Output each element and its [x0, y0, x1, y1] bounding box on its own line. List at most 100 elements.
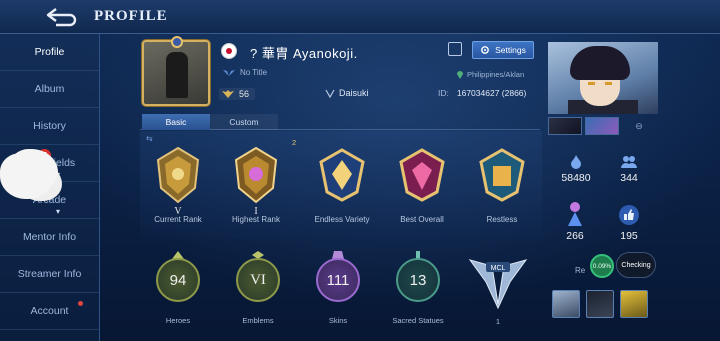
tab-custom[interactable]: Custom — [210, 114, 278, 130]
rank-tier: I — [254, 206, 258, 217]
player-location: Philippines/Aklan — [456, 69, 524, 79]
hero-character-icon — [550, 200, 600, 228]
sidebar-item-label: Streamer Info — [17, 268, 82, 280]
rank-tier: V — [174, 206, 182, 217]
id-label: ID: — [438, 88, 449, 98]
title-wings-icon — [223, 70, 235, 76]
sidebar-item-mentor-info[interactable]: Mentor Info — [0, 219, 99, 256]
medal-label: Best Overall — [400, 215, 444, 224]
rank-emblem-icon — [156, 146, 200, 204]
stat-value: 111 — [316, 258, 360, 302]
stat-label: Skins — [328, 316, 348, 325]
followers-icon — [604, 154, 654, 170]
stat-skins[interactable]: 111 Skins — [306, 251, 370, 328]
page-title: PROFILE — [94, 8, 168, 24]
squad-label: Daisuki — [339, 88, 369, 98]
portrait-thumb[interactable] — [548, 117, 582, 135]
sidebar-item-account[interactable]: Account — [0, 293, 99, 330]
edit-icon[interactable]: ⊖ — [622, 117, 656, 135]
medal-current-rank[interactable]: V Current Rank — [138, 146, 218, 236]
player-title[interactable]: No Title — [222, 68, 267, 77]
fire-icon — [551, 154, 601, 170]
location-pin-icon — [457, 71, 463, 79]
player-avatar[interactable] — [142, 36, 210, 106]
sidebar-item-label: Account — [30, 305, 69, 317]
stat-mvp[interactable]: 266 — [550, 200, 600, 242]
medal-highest-rank[interactable]: I Highest Rank — [216, 146, 296, 236]
sidebar-item-label: Album — [34, 83, 65, 95]
notification-dot — [78, 301, 83, 306]
badge-slot[interactable] — [586, 290, 614, 318]
stat-label: Emblems — [242, 316, 274, 325]
stat-label: Sacred Statues — [392, 316, 444, 325]
title-label: No Title — [240, 68, 268, 77]
stat-value: VI — [236, 258, 280, 302]
card-icon-button[interactable] — [448, 42, 462, 56]
stat-likes[interactable]: 195 — [604, 204, 654, 242]
stat-label: 1 — [495, 317, 501, 326]
rank-emblem-icon — [234, 146, 278, 204]
back-button[interactable] — [38, 2, 84, 32]
profile-portrait[interactable] — [548, 42, 658, 114]
gear-icon — [481, 46, 490, 54]
battle-points: 56 — [219, 88, 256, 100]
stat-value: 94 — [156, 258, 200, 302]
sidebar-item-label: Mentor Info — [22, 231, 77, 243]
location-label: Philippines/Aklan — [467, 69, 525, 79]
achievement-medal-icon — [319, 148, 365, 202]
sidebar-item-label: Profile — [34, 46, 65, 58]
stat-mcl[interactable]: MCL 1 — [466, 252, 530, 328]
svg-text:MCL: MCL — [491, 265, 506, 272]
achievement-medal-icon — [479, 148, 525, 202]
portrait-hair — [570, 46, 630, 80]
badge-slot[interactable] — [620, 290, 648, 318]
likes-value: 195 — [620, 230, 638, 242]
back-arrow-icon — [46, 7, 77, 26]
portrait-thumbnails: ⊖ — [548, 117, 658, 135]
mvp-value: 266 — [566, 230, 584, 242]
profile-tabs: Basic Custom — [140, 114, 540, 130]
stat-emblems[interactable]: VI Emblems — [226, 251, 290, 328]
sidebar-item-album[interactable]: Album — [0, 71, 99, 108]
medal-restless[interactable]: Restless — [462, 146, 542, 236]
record-label: Re — [575, 266, 586, 275]
stat-popularity[interactable]: 58480 — [551, 154, 601, 184]
portrait-eye — [605, 82, 612, 85]
bp-value: 56 — [239, 89, 250, 99]
achievement-medal-icon — [399, 148, 445, 202]
mcl-trophy-icon: MCL — [468, 259, 528, 310]
sidebar-item-profile[interactable]: Profile — [0, 34, 99, 71]
medal-endless-variety[interactable]: Endless Variety — [302, 146, 382, 236]
badge-row — [552, 290, 648, 318]
squad-name[interactable]: Daisuki — [325, 88, 369, 98]
stat-label: Heroes — [165, 316, 191, 325]
medal-label: Restless — [486, 215, 518, 224]
checking-status: Checking — [616, 252, 656, 278]
chevron-down-icon: ▾ — [56, 207, 61, 216]
tab-basic[interactable]: Basic — [142, 114, 210, 130]
sidebar-item-history[interactable]: History — [0, 108, 99, 145]
stat-heroes[interactable]: 94 Heroes — [146, 251, 210, 328]
header-bar: PROFILE — [0, 0, 720, 34]
sidebar-item-label: History — [33, 120, 66, 132]
thumbs-up-icon — [604, 204, 654, 228]
medal-label: Endless Variety — [314, 215, 370, 224]
bp-coin-icon — [222, 90, 234, 98]
settings-button[interactable]: Settings — [472, 41, 534, 59]
stat-value: 13 — [396, 258, 440, 302]
squad-icon — [325, 89, 335, 98]
stat-followers[interactable]: 344 — [604, 154, 654, 184]
followers-value: 344 — [620, 172, 638, 184]
player-id: ID: 167034627 (2866) — [438, 88, 526, 98]
popularity-value: 58480 — [561, 172, 591, 184]
badge-slot[interactable] — [552, 290, 580, 318]
player-name: ? 華胄 Ayanokoji. — [250, 46, 358, 61]
portrait-thumb[interactable] — [585, 117, 619, 135]
refresh-icon[interactable]: ⇆ — [146, 134, 153, 143]
progress-indicator: 0.09% — [590, 254, 614, 278]
stat-sacred-statues[interactable]: 13 Sacred Statues — [386, 251, 450, 328]
sidebar-item-streamer-info[interactable]: Streamer Info — [0, 256, 99, 293]
avatar-frame-ornament — [171, 36, 183, 48]
medal-best-overall[interactable]: Best Overall — [382, 146, 462, 236]
id-value: 167034627 (2866) — [456, 88, 527, 98]
